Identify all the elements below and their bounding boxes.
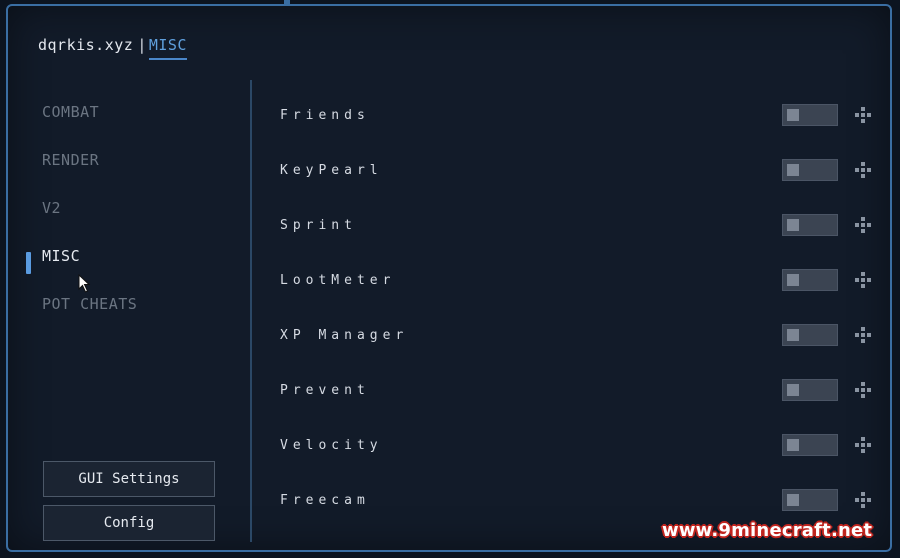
- module-label: KeyPearl: [280, 163, 383, 178]
- sidebar-divider: [250, 80, 252, 542]
- module-row-xp-manager: XP Manager: [278, 322, 878, 352]
- client-name: dqrkis.xyz: [38, 36, 134, 54]
- module-toggle-lootmeter[interactable]: [782, 269, 838, 291]
- toggle-knob: [787, 439, 799, 451]
- module-toggle-sprint[interactable]: [782, 214, 838, 236]
- module-label: LootMeter: [280, 273, 396, 288]
- toggle-knob: [787, 164, 799, 176]
- move-handle-icon[interactable]: [854, 326, 872, 344]
- module-toggle-velocity[interactable]: [782, 434, 838, 456]
- category-combat[interactable]: COMBAT: [42, 103, 99, 121]
- move-handle-icon[interactable]: [854, 436, 872, 454]
- site-watermark: www.9minecraft.net: [662, 520, 873, 541]
- module-row-friends: Friends: [278, 102, 878, 132]
- module-label: Friends: [280, 108, 370, 123]
- toggle-knob: [787, 274, 799, 286]
- move-handle-icon[interactable]: [854, 381, 872, 399]
- module-label: Sprint: [280, 218, 357, 233]
- click-gui-window: dqrkis.xyz | MISC COMBAT RENDER V2 MISC PO…: [6, 4, 892, 552]
- move-handle-icon[interactable]: [854, 161, 872, 179]
- category-misc[interactable]: MISC: [42, 247, 80, 265]
- move-handle-icon[interactable]: [854, 271, 872, 289]
- module-toggle-xp-manager[interactable]: [782, 324, 838, 346]
- toggle-knob: [787, 494, 799, 506]
- toggle-knob: [787, 384, 799, 396]
- module-toggle-keypearl[interactable]: [782, 159, 838, 181]
- mouse-cursor-icon: [78, 274, 91, 293]
- module-row-freecam: Freecam: [278, 487, 878, 517]
- move-handle-icon[interactable]: [854, 106, 872, 124]
- module-label: XP Manager: [280, 328, 409, 343]
- module-row-velocity: Velocity: [278, 432, 878, 462]
- category-render[interactable]: RENDER: [42, 151, 99, 169]
- toggle-knob: [787, 219, 799, 231]
- module-row-prevent: Prevent: [278, 377, 878, 407]
- module-row-lootmeter: LootMeter: [278, 267, 878, 297]
- module-row-keypearl: KeyPearl: [278, 157, 878, 187]
- move-handle-icon[interactable]: [854, 491, 872, 509]
- module-row-sprint: Sprint: [278, 212, 878, 242]
- category-pot-cheats[interactable]: POT CHEATS: [42, 295, 137, 313]
- module-toggle-prevent[interactable]: [782, 379, 838, 401]
- active-category-title: MISC: [148, 36, 187, 60]
- move-handle-icon[interactable]: [854, 216, 872, 234]
- config-button[interactable]: Config: [43, 505, 215, 541]
- module-label: Freecam: [280, 493, 370, 508]
- title-separator: |: [137, 36, 147, 54]
- module-label: Velocity: [280, 438, 383, 453]
- module-toggle-friends[interactable]: [782, 104, 838, 126]
- selected-category-indicator: [26, 252, 31, 274]
- window-title: dqrkis.xyz | MISC: [38, 36, 187, 60]
- module-toggle-freecam[interactable]: [782, 489, 838, 511]
- toggle-knob: [787, 109, 799, 121]
- gui-settings-button[interactable]: GUI Settings: [43, 461, 215, 497]
- toggle-knob: [787, 329, 799, 341]
- module-label: Prevent: [280, 383, 370, 398]
- category-v2[interactable]: V2: [42, 199, 61, 217]
